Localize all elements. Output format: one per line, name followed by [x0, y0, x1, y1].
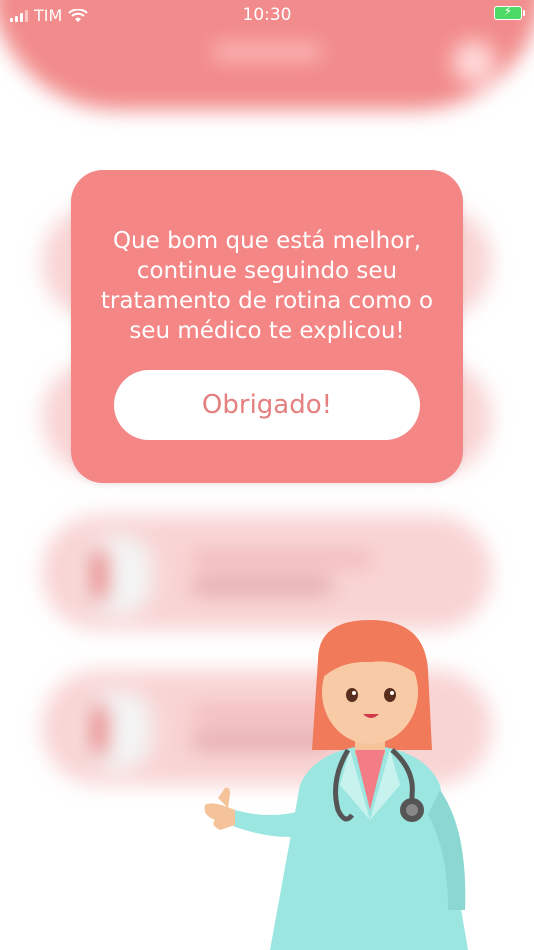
dialog-message: Que bom que está melhor, continue seguin…	[100, 228, 434, 344]
doctor-illustration	[204, 620, 468, 950]
status-bar: TIM 10:30 ⚡	[0, 0, 534, 30]
thanks-button[interactable]: Obrigado!	[114, 370, 420, 440]
feedback-dialog: Que bom que está melhor, continue seguin…	[71, 170, 463, 483]
thermometer-icon	[82, 535, 152, 615]
status-right: ⚡	[494, 4, 525, 20]
profile-icon	[452, 40, 496, 84]
status-time: 10:30	[242, 5, 292, 25]
battery-icon: ⚡	[494, 4, 525, 20]
medicine-icon	[82, 690, 152, 770]
header-title	[212, 45, 322, 59]
